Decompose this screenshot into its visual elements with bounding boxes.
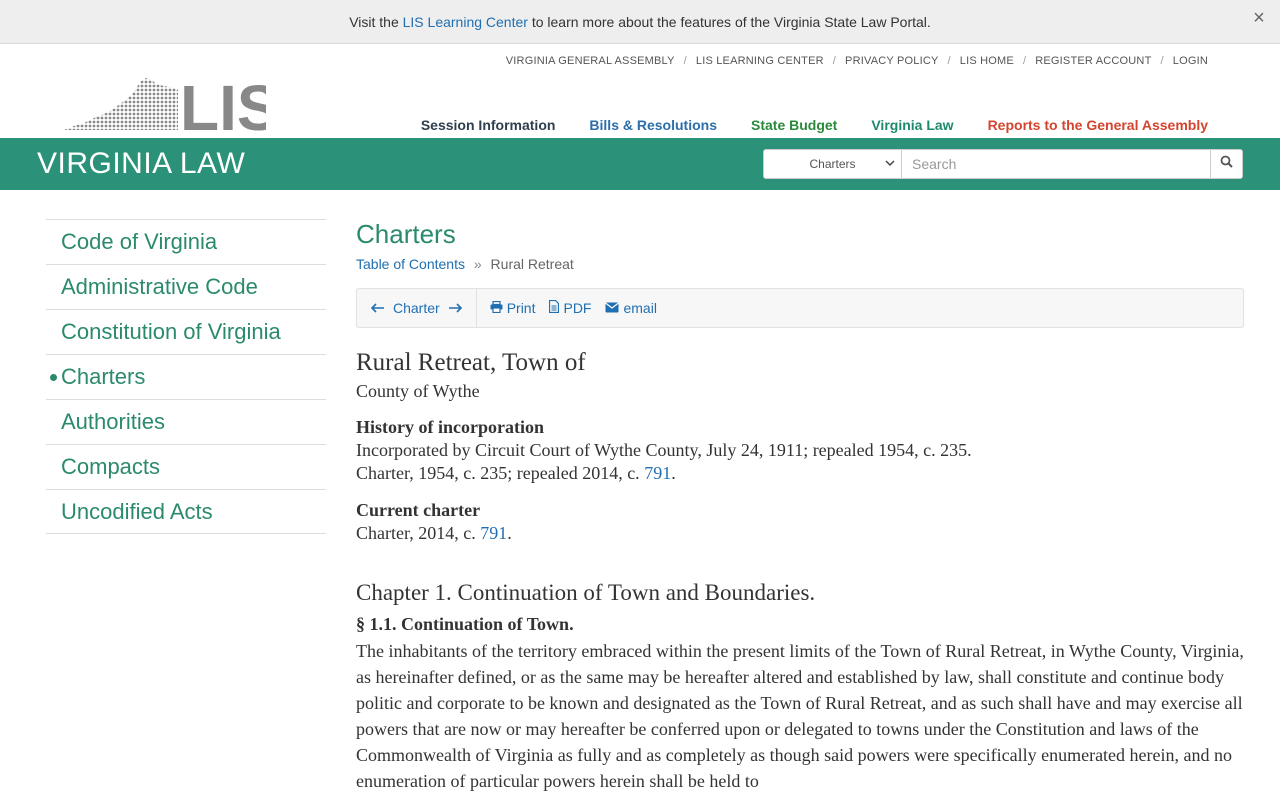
lis-learning-center-link[interactable]: LIS Learning Center <box>403 14 528 30</box>
arrow-left-icon[interactable] <box>370 300 385 316</box>
arrow-right-icon[interactable] <box>448 300 462 316</box>
law-sidebar: Code of Virginia Administrative Code Const… <box>46 219 326 534</box>
sidebar-item-label: Charters <box>61 364 146 389</box>
close-icon[interactable]: × <box>1248 8 1270 30</box>
sidebar-item-label: Code of Virginia <box>61 229 218 254</box>
main-nav-reports-to-the-general-assembly[interactable]: Reports to the General Assembly <box>988 117 1208 133</box>
sidebar-item-label: Constitution of Virginia <box>61 319 281 344</box>
sidebar-item-label: Authorities <box>61 409 165 434</box>
sidebar-item-charters[interactable]: Charters <box>46 354 326 399</box>
sidebar-item-uncodified-acts[interactable]: Uncodified Acts <box>46 489 326 534</box>
sidebar-item-code-of-virginia[interactable]: Code of Virginia <box>46 219 326 264</box>
main-nav-bills-resolutions[interactable]: Bills & Resolutions <box>589 117 717 133</box>
utility-link-virginia-general-assembly[interactable]: VIRGINIA GENERAL ASSEMBLY <box>506 55 675 67</box>
sidebar-item-constitution-of-virginia[interactable]: Constitution of Virginia <box>46 309 326 354</box>
sidebar-item-administrative-code[interactable]: Administrative Code <box>46 264 326 309</box>
search-button[interactable] <box>1211 149 1243 179</box>
charter-document: Rural Retreat, Town of County of Wythe H… <box>356 347 1256 794</box>
print-label: Print <box>506 300 536 316</box>
email-label: email <box>623 300 657 316</box>
banner-text: Visit the LIS Learning Center to learn m… <box>349 14 931 30</box>
banner-suffix: to learn more about the features of the … <box>531 13 931 30</box>
sidebar-item-authorities[interactable]: Authorities <box>46 399 326 444</box>
sidebar-item-label: Compacts <box>61 454 161 479</box>
announcement-banner: Visit the LIS Learning Center to learn m… <box>0 0 1280 44</box>
history-line-2-text: Charter, 1954, c. 235; repealed 2014, c. <box>356 463 640 483</box>
print-button[interactable]: Print <box>490 300 536 316</box>
envelope-icon <box>605 300 620 316</box>
search-input[interactable]: Search <box>902 149 1211 179</box>
breadcrumb-current: Rural Retreat <box>490 256 574 272</box>
current-chapter-791-link[interactable]: 791 <box>480 523 507 543</box>
email-button[interactable]: email <box>605 300 657 316</box>
charter-nav: Charter <box>357 289 477 327</box>
utility-separator: / <box>947 55 951 67</box>
lis-logo[interactable]: LIS <box>64 72 280 144</box>
lis-logo-graphic: LIS <box>64 72 280 144</box>
logo-text: LIS <box>180 76 266 132</box>
chapter-791-link[interactable]: 791 <box>644 463 671 483</box>
section-paragraph: The inhabitants of the territory embrace… <box>356 641 1244 791</box>
sidebar-item-compacts[interactable]: Compacts <box>46 444 326 489</box>
main-nav-virginia-law[interactable]: Virginia Law <box>871 117 953 133</box>
section-heading: § 1.1. Continuation of Town. <box>356 614 574 634</box>
history-line-1: Incorporated by Circuit Court of Wythe C… <box>356 440 972 460</box>
search-icon <box>1220 155 1233 173</box>
page-title: Charters <box>356 219 456 249</box>
main-nav-session-information[interactable]: Session Information <box>421 117 556 133</box>
print-icon <box>490 300 503 316</box>
current-charter-line: Charter, 2014, c. 791. <box>356 522 1256 545</box>
period: . <box>507 523 512 543</box>
section-title: VIRGINIA LAW <box>37 147 246 180</box>
sidebar-item-label: Administrative Code <box>61 274 258 299</box>
utility-separator: / <box>683 55 687 67</box>
banner-prefix: Visit the <box>349 13 399 30</box>
document-toolbar: Charter Print PDF email <box>356 288 1244 328</box>
charter-heading: Rural Retreat, Town of <box>356 349 586 376</box>
utility-separator: / <box>1160 55 1164 67</box>
utility-separator: / <box>832 55 837 67</box>
document-actions: Print PDF email <box>477 299 657 316</box>
breadcrumb: Table of Contents » Rural Retreat <box>356 256 1256 276</box>
sidebar-item-label: Uncodified Acts <box>61 498 213 524</box>
pdf-button[interactable]: PDF <box>549 299 592 316</box>
county-name: County of Wythe <box>356 381 480 401</box>
main-content: Charters Table of Contents » Rural Retre… <box>356 219 1256 791</box>
charter-nav-label: Charter <box>393 300 440 316</box>
current-charter-text: Charter, 2014, c. <box>356 523 476 543</box>
file-pdf-icon <box>549 299 560 316</box>
current-charter-heading: Current charter <box>356 500 481 520</box>
main-nav-state-budget[interactable]: State Budget <box>751 117 837 133</box>
utility-link-privacy-policy[interactable]: PRIVACY POLICY <box>845 55 938 67</box>
utility-separator: / <box>1022 55 1027 67</box>
section-bar: VIRGINIA LAW Charters Search <box>0 138 1280 190</box>
active-indicator <box>50 374 57 381</box>
main-nav: Session Information Bills & Resolutions St… <box>421 117 1208 133</box>
search-form: Charters Search <box>763 149 1243 179</box>
history-heading: History of incorporation <box>356 417 544 437</box>
period: . <box>671 463 676 483</box>
utility-link-register-account[interactable]: REGISTER ACCOUNT <box>1035 55 1151 67</box>
search-scope-value: Charters <box>809 157 856 171</box>
breadcrumb-separator: » <box>473 256 482 272</box>
utility-nav: VIRGINIA GENERAL ASSEMBLY / LIS LEARNING C… <box>506 55 1208 67</box>
utility-link-login[interactable]: LOGIN <box>1173 55 1208 67</box>
breadcrumb-table-of-contents[interactable]: Table of Contents <box>356 256 465 272</box>
chevron-down-icon <box>885 158 895 171</box>
chapter-heading: Chapter 1. Continuation of Town and Boun… <box>356 580 816 605</box>
site-header: LIS VIRGINIA GENERAL ASSEMBLY / LIS LEARNI… <box>0 44 1280 144</box>
search-scope-select[interactable]: Charters <box>763 149 902 179</box>
history-line-2: Charter, 1954, c. 235; repealed 2014, c.… <box>356 462 1256 485</box>
utility-link-lis-home[interactable]: LIS HOME <box>960 55 1014 67</box>
utility-link-lis-learning-center[interactable]: LIS LEARNING CENTER <box>696 55 824 67</box>
pdf-label: PDF <box>563 300 592 316</box>
